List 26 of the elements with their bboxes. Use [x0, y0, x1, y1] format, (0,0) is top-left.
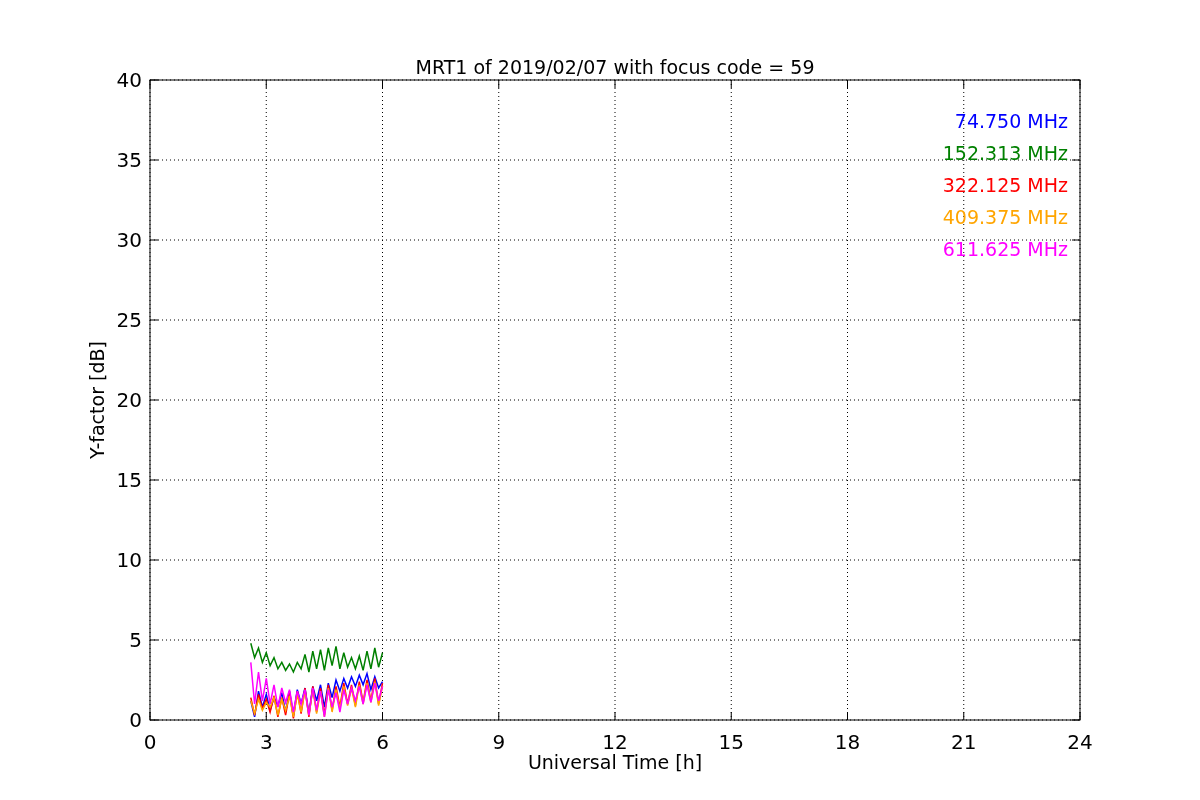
x-tick-label: 15 [718, 730, 744, 754]
chart-title: MRT1 of 2019/02/07 with focus code = 59 [415, 56, 815, 78]
y-tick-label: 25 [116, 308, 142, 332]
legend-label: 409.375 MHz [942, 206, 1068, 228]
x-tick-label: 3 [259, 730, 273, 754]
legend-label: 611.625 MHz [942, 238, 1068, 260]
x-tick-label: 24 [1067, 730, 1093, 754]
x-tick-label: 21 [951, 730, 977, 754]
y-tick-label: 10 [116, 548, 142, 572]
y-tick-label: 35 [116, 148, 142, 172]
y-tick-label: 40 [116, 68, 142, 92]
x-tick-label: 18 [834, 730, 861, 754]
legend-label: 74.750 MHz [954, 110, 1068, 132]
x-axis-label: Universal Time [h] [527, 751, 703, 773]
x-tick-label: 9 [492, 730, 506, 754]
x-tick-label: 6 [376, 730, 389, 754]
y-axis-label: Y-factor [dB] [86, 341, 108, 459]
y-tick-label: 30 [116, 228, 142, 252]
y-tick-label: 0 [129, 708, 142, 732]
y-tick-label: 15 [116, 468, 142, 492]
y-tick-label: 20 [116, 388, 142, 412]
y-tick-label: 5 [129, 628, 142, 652]
legend-label: 322.125 MHz [942, 174, 1068, 196]
x-tick-label: 12 [602, 730, 628, 754]
x-tick-label: 0 [143, 730, 157, 754]
legend-label: 152.313 MHz [942, 142, 1068, 164]
